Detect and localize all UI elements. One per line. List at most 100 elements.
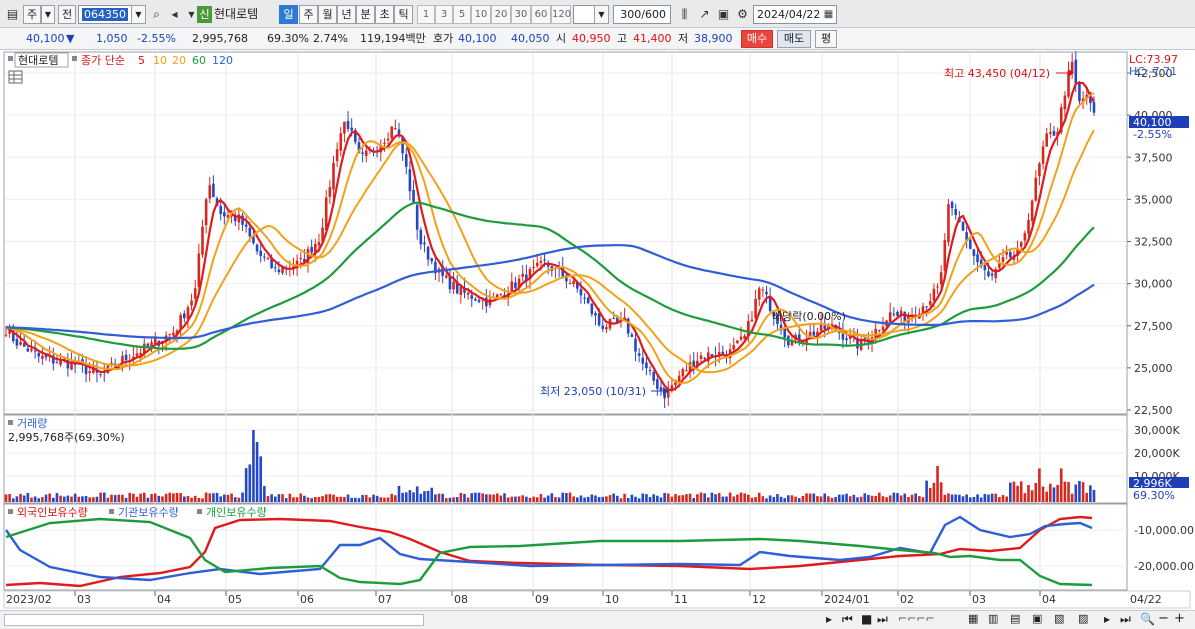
split-view-icon[interactable]: ▤ [1010,612,1020,625]
x-axis: 2023/02 03 04 05 06 07 08 09 10 11 12 2024/01 02 03 04… [3,590,1191,609]
price-axis-tick: 25,000 [1134,362,1173,375]
zoom-in-icon[interactable]: 🔍 [1140,612,1155,626]
average-button[interactable]: 평 [815,30,837,48]
volume-bar [1074,484,1078,502]
candle-body [987,271,990,277]
search-icon[interactable]: ⌕ [148,6,165,23]
volume-bar [477,492,481,502]
bar-count-input[interactable]: 300/600 [613,5,671,24]
period-minute[interactable]: 분 [356,5,375,24]
volume-bar [517,496,521,502]
candle-body [415,204,419,230]
interval-button[interactable]: 120 [551,5,571,24]
volume-bar [506,497,510,502]
volume-bar [201,498,204,502]
volume-bar [226,494,230,502]
period-tick[interactable]: 틱 [394,5,413,24]
volume-bar [66,495,70,502]
candle-body [739,336,743,340]
calendar-icon[interactable]: ▦ [820,6,837,23]
open-price: 40,950 [572,32,611,45]
compare-view-icon[interactable]: ▨ [1078,612,1088,625]
interval-button[interactable]: 3 [435,5,453,24]
chart-scrollbar[interactable]: ▸ ⏮ ■ ⏭ ⌐⌐⌐⌐ ▦ ▥ ▤ ▣ ▧ ▨ ▸ ⏭ 🔍 − + [0,610,1195,629]
market-select[interactable]: 주 [23,5,41,24]
volume-bar [121,494,124,502]
indicator-icon[interactable]: ↗ [696,6,713,23]
period-second[interactable]: 초 [375,5,394,24]
volume-bar [33,496,37,502]
volume-bar [652,494,656,502]
sell-button[interactable]: 매도 [777,30,811,48]
volume-pct-text: 69.30% [1133,489,1175,502]
volume-axis-tick: 20,000K [1134,447,1180,460]
low-label: 저 [678,32,689,45]
stop-icon[interactable]: ■ [861,612,872,626]
scroll-begin-icon[interactable]: ⏮ [842,612,853,627]
candle-body [404,154,408,167]
table-icon[interactable] [8,70,23,84]
interval-button[interactable]: 20 [491,5,511,24]
candle-body [932,288,936,301]
candle-body [634,338,637,352]
buy-button[interactable]: 매수 [741,30,773,48]
candle-body [346,120,350,129]
volume-bar [1005,496,1008,502]
candle-body [273,267,277,269]
high-label: 고 [617,32,628,45]
period-week[interactable]: 주 [299,5,318,24]
candle-body [612,318,615,320]
interval-button[interactable]: 10 [471,5,491,24]
volume-bar [186,495,190,502]
interval-dropdown-icon[interactable]: ▼ [594,5,609,24]
save-icon[interactable]: ▣ [715,6,732,23]
volume-bar [728,492,732,502]
zoom-slider-icon[interactable]: ⌐⌐⌐⌐ [898,612,935,625]
candle-body [37,353,41,357]
period-year[interactable]: 년 [337,5,356,24]
candle-body [335,149,339,162]
scroll-right-icon[interactable]: ▸ [1104,612,1110,626]
interval-button[interactable]: 60 [531,5,551,24]
market-dropdown-icon[interactable]: ▼ [41,5,55,24]
zoom-plus-icon[interactable]: + [1174,611,1185,626]
volume-bar [543,497,546,502]
candle-body [736,340,739,344]
volume-bar [168,492,172,502]
code-dropdown-icon[interactable]: ▼ [131,5,146,24]
grid-view-icon[interactable]: ▦ [968,612,978,625]
interval-button[interactable]: 1 [417,5,435,24]
interval-button[interactable]: 30 [511,5,531,24]
period-month[interactable]: 월 [318,5,337,24]
volume-bar [255,442,259,502]
zoom-out-icon[interactable]: − [1158,611,1169,626]
candle-body [1009,252,1012,258]
volume-bar [306,497,310,502]
scroll-end-icon[interactable]: ⏭ [877,612,888,627]
volume-bar [292,497,295,502]
volume-bar [794,496,797,502]
period-day[interactable]: 일 [279,5,298,24]
volume-bar [492,494,495,502]
price-axis-tick: 27,500 [1134,320,1173,333]
ask-price: 40,100 [458,32,497,45]
volume-bar [921,497,925,502]
interval-button[interactable]: 5 [453,5,471,24]
overlay-view-icon[interactable]: ▧ [1054,612,1064,625]
panel-view-icon[interactable]: ▣ [1032,612,1042,625]
legend-marker [72,56,77,61]
volume-bar [197,497,201,502]
prev-button[interactable]: 전 [58,5,76,24]
scroll-thumb[interactable] [4,614,424,626]
candle-type-icon[interactable]: ⫼ [676,6,693,23]
candle-body [648,369,652,371]
layout-icon[interactable]: ▤ [4,6,21,23]
scroll-prev-icon[interactable]: ▸ [826,612,832,626]
stock-chart[interactable]: 42,50040,00037,50035,00032,50030,00027,5… [0,50,1195,629]
speaker-icon[interactable]: ◂ [166,6,183,23]
settings-icon[interactable]: ⚙ [734,6,751,23]
volume-bar [106,497,110,502]
volume-bar [208,493,212,502]
layout-view-icon[interactable]: ▥ [988,612,998,625]
scroll-end-icon[interactable]: ⏭ [1120,612,1131,627]
